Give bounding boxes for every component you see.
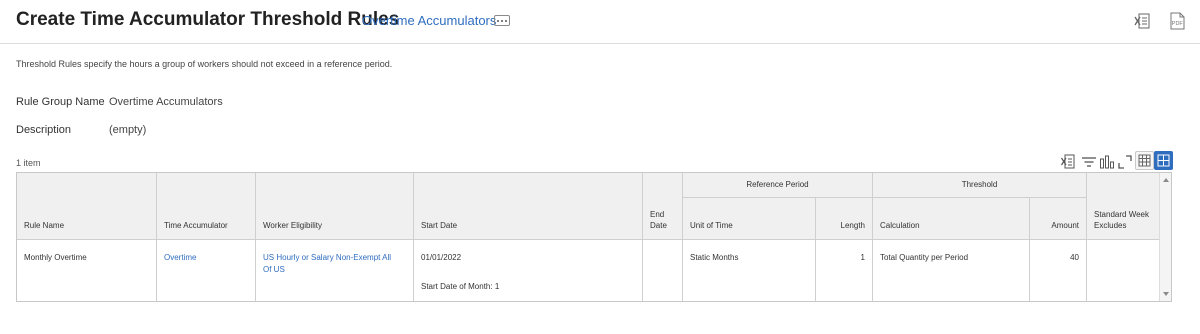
- group-header-label: Threshold: [961, 180, 998, 189]
- rule-group-name-label: Rule Group Name: [16, 96, 105, 108]
- column-header-label: Length: [840, 221, 865, 230]
- rule-group-name-value: Overtime Accumulators: [109, 96, 223, 108]
- time-accumulator-link[interactable]: Overtime: [164, 252, 196, 263]
- column-header-label: Rule Name: [24, 221, 65, 230]
- cell-text: Monthly Overtime: [24, 253, 87, 262]
- column-header-label: Calculation: [880, 221, 920, 230]
- table-row-cell-start-date: 01/01/2022 Start Date of Month: 1: [414, 240, 643, 301]
- column-header-label: Amount: [1051, 221, 1079, 230]
- pdf-export-icon[interactable]: PDF: [1167, 11, 1187, 31]
- column-header-unit-of-time[interactable]: Unit of Time: [683, 198, 816, 240]
- table-row-cell-calculation: Total Quantity per Period: [873, 240, 1030, 301]
- cell-text: 01/01/2022: [421, 253, 462, 262]
- chart-icon[interactable]: [1098, 153, 1116, 171]
- expand-icon[interactable]: [1116, 153, 1134, 171]
- scroll-down-icon[interactable]: [1163, 292, 1169, 296]
- table-row-cell-standard-week-excludes: [1087, 240, 1161, 301]
- table-row-cell-end-date: [643, 240, 683, 301]
- column-header-label: Worker Eligibility: [263, 221, 322, 230]
- column-header-label: Unit of Time: [690, 221, 733, 230]
- table-row-cell-amount: 40: [1030, 240, 1087, 301]
- column-header-label: Standard Week: [1094, 210, 1149, 219]
- worker-eligibility-link[interactable]: US Hourly or Salary Non-Exempt All: [263, 252, 391, 263]
- threshold-rules-grid: Rule Name Time Accumulator Worker Eligib…: [16, 172, 1172, 302]
- column-header-time-accumulator[interactable]: Time Accumulator: [157, 173, 256, 240]
- page-title: Create Time Accumulator Threshold Rules: [16, 9, 400, 30]
- group-header-threshold: Threshold: [873, 173, 1087, 198]
- page-header: Create Time Accumulator Threshold Rules …: [0, 0, 1200, 44]
- column-header-label: Date: [650, 221, 667, 230]
- item-count: 1 item: [16, 158, 41, 168]
- column-header-rule-name[interactable]: Rule Name: [17, 173, 157, 240]
- column-header-standard-week-excludes[interactable]: Standard Week Excludes: [1087, 173, 1161, 240]
- vertical-scrollbar[interactable]: [1159, 173, 1171, 301]
- column-header-label: Time Accumulator: [164, 221, 228, 230]
- description-value: (empty): [109, 124, 147, 136]
- table-row-cell-time-accumulator: Overtime: [157, 240, 256, 301]
- pdf-label: PDF: [1172, 21, 1184, 27]
- column-header-label: End: [650, 210, 665, 219]
- group-header-label: Reference Period: [746, 180, 809, 189]
- column-header-start-date[interactable]: Start Date: [414, 173, 643, 240]
- group-header-reference-period: Reference Period: [683, 173, 873, 198]
- ellipsis-icon[interactable]: [494, 15, 510, 26]
- column-header-worker-eligibility[interactable]: Worker Eligibility: [256, 173, 414, 240]
- grid-view-icon[interactable]: [1154, 151, 1173, 170]
- worker-eligibility-link[interactable]: Of US: [263, 264, 285, 275]
- table-row-cell-length: 1: [816, 240, 873, 301]
- column-header-label: Start Date: [421, 221, 458, 230]
- scroll-up-icon[interactable]: [1163, 178, 1169, 182]
- filter-icon[interactable]: [1080, 153, 1098, 171]
- column-header-end-date[interactable]: End Date: [643, 173, 683, 240]
- cell-text: 40: [1070, 253, 1079, 262]
- table-view-icon[interactable]: [1135, 151, 1154, 170]
- related-link-overtime-accumulators[interactable]: Overtime Accumulators: [362, 13, 496, 28]
- column-header-length[interactable]: Length: [816, 198, 873, 240]
- description-label: Description: [16, 124, 72, 136]
- table-row-cell-unit-of-time: Static Months: [683, 240, 816, 301]
- cell-text: 1: [860, 253, 865, 262]
- excel-export-icon[interactable]: [1133, 11, 1153, 31]
- cell-text: Start Date of Month: 1: [421, 282, 500, 291]
- column-header-calculation[interactable]: Calculation: [873, 198, 1030, 240]
- intro-text: Threshold Rules specify the hours a grou…: [16, 59, 393, 69]
- table-row-cell-rule-name: Monthly Overtime: [17, 240, 157, 301]
- cell-text: Static Months: [690, 253, 739, 262]
- column-header-amount[interactable]: Amount: [1030, 198, 1087, 240]
- table-row-cell-worker-eligibility: US Hourly or Salary Non-Exempt All Of US: [256, 240, 414, 301]
- column-header-label: Excludes: [1094, 221, 1127, 230]
- cell-text: Total Quantity per Period: [880, 253, 969, 262]
- excel-export-icon[interactable]: [1060, 153, 1078, 171]
